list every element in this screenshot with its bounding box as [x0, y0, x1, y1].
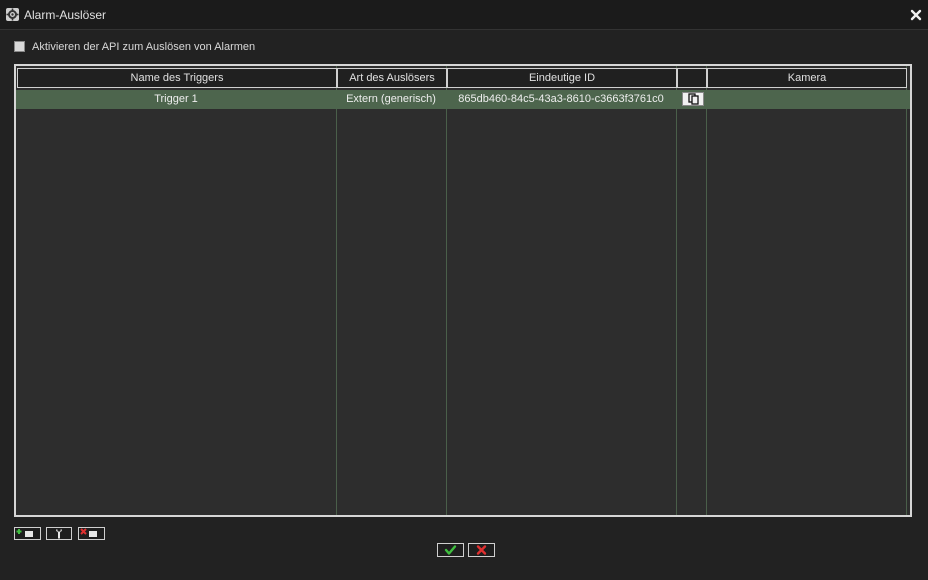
window-title: Alarm-Auslöser	[24, 8, 107, 22]
cancel-button[interactable]	[468, 543, 495, 557]
confirm-button[interactable]	[437, 543, 464, 557]
column-divider	[906, 66, 907, 515]
add-trigger-icon	[16, 529, 33, 537]
delete-trigger-button[interactable]	[78, 527, 105, 540]
title-bar: Alarm-Auslöser	[0, 0, 928, 30]
column-header-copy[interactable]	[677, 68, 707, 88]
column-divider	[676, 66, 677, 515]
x-icon	[476, 545, 487, 555]
column-header-type[interactable]: Art des Auslösers	[337, 68, 447, 88]
copy-cell	[676, 90, 706, 109]
column-divider	[446, 66, 447, 515]
close-icon[interactable]	[909, 8, 923, 22]
camera-cell	[706, 90, 906, 109]
trigger-type-cell: Extern (generisch)	[346, 93, 436, 105]
column-divider	[706, 66, 707, 515]
trigger-table: Name des Triggers Art des Auslösers Eind…	[14, 64, 912, 517]
trigger-id-cell: 865db460-84c5-43a3-8610-c3663f3761c0	[458, 93, 664, 105]
checkmark-icon	[444, 545, 457, 555]
delete-trigger-icon	[80, 528, 97, 537]
wrench-icon	[56, 529, 62, 539]
edit-trigger-button[interactable]	[46, 527, 72, 540]
api-toggle-label[interactable]: Aktivieren der API zum Auslösen von Alar…	[32, 41, 255, 53]
trigger-name-cell: Trigger 1	[154, 93, 198, 105]
gear-icon	[6, 8, 19, 21]
add-trigger-button[interactable]	[14, 527, 41, 540]
column-divider	[336, 66, 337, 515]
table-row[interactable]: Trigger 1 Extern (generisch) 865db460-84…	[16, 90, 910, 109]
column-header-camera[interactable]: Kamera	[707, 68, 907, 88]
column-header-id[interactable]: Eindeutige ID	[447, 68, 677, 88]
copy-icon[interactable]	[682, 92, 704, 106]
api-toggle-checkbox[interactable]	[14, 41, 25, 52]
column-header-name[interactable]: Name des Triggers	[17, 68, 337, 88]
